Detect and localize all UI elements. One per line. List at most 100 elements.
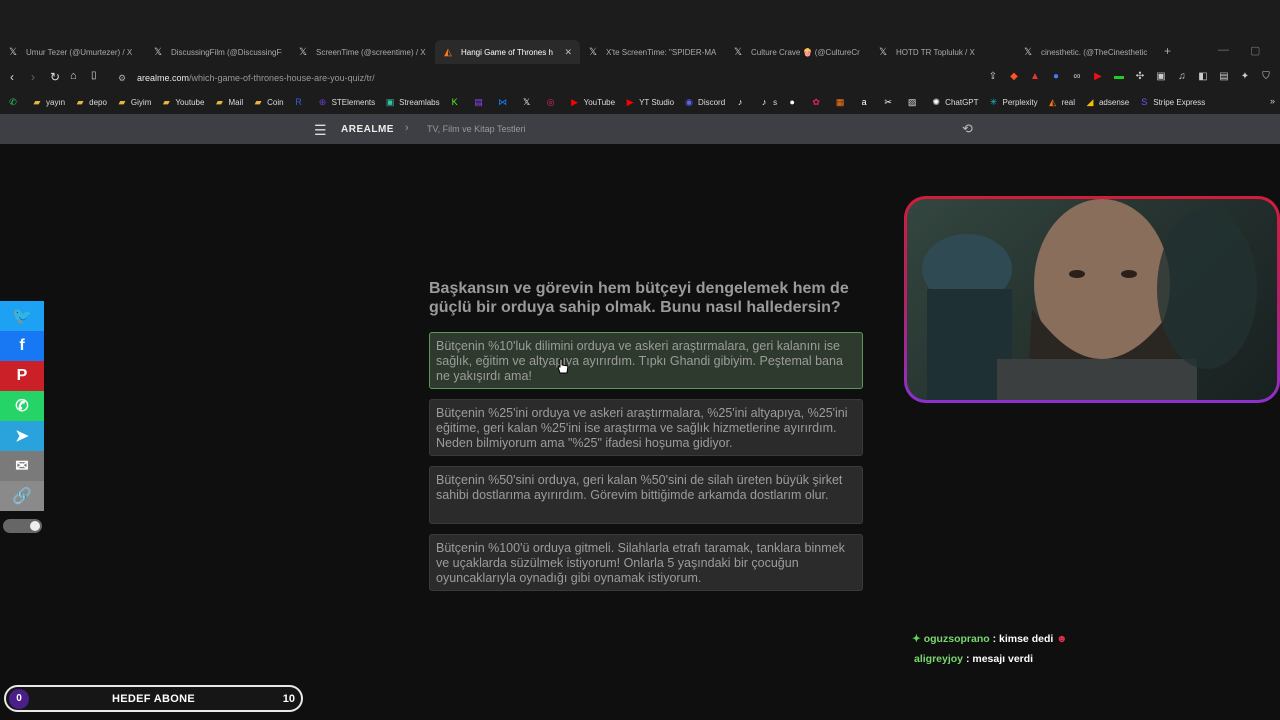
- toggle-knob: [30, 521, 40, 531]
- bookmark-item[interactable]: ◎: [546, 97, 560, 107]
- answer-option-1[interactable]: Bütçenin %10'luk dilimini orduya ve aske…: [429, 332, 863, 389]
- browser-tab[interactable]: ◭ Hangi Game of Thrones h ✕: [435, 40, 580, 64]
- bookmark-label: Mail: [228, 97, 244, 107]
- site-logo[interactable]: AREALME: [341, 124, 394, 135]
- bookmark-label: yayın: [46, 97, 66, 107]
- bookmark-item[interactable]: ▨: [907, 97, 921, 107]
- screenshot-icon[interactable]: ▣: [1155, 71, 1167, 83]
- browser-tab[interactable]: 𝕏 HOTD TR Topluluk / X: [870, 40, 1015, 64]
- brave-shield-icon[interactable]: ◆: [1008, 71, 1020, 83]
- browser-tab[interactable]: 𝕏 ScreenTime (@screentime) / X: [290, 40, 435, 64]
- music-icon[interactable]: ♫: [1176, 71, 1188, 83]
- menu-icon[interactable]: ☰: [314, 122, 327, 139]
- bookmark-item[interactable]: ♪ s: [759, 97, 777, 107]
- bookmark-item[interactable]: ◭ real: [1048, 97, 1075, 107]
- browser-tab[interactable]: 𝕏 Culture Crave 🍿 (@CultureCr: [725, 40, 870, 64]
- tiktok-icon: ♪: [761, 97, 767, 107]
- telegram-icon: ➤: [15, 428, 29, 445]
- answer-option-4[interactable]: Bütçenin %100'ü orduya gitmeli. Silahlar…: [429, 534, 863, 591]
- back-icon[interactable]: ‹: [10, 70, 14, 84]
- url-field[interactable]: arealme.com/which-game-of-thrones-house-…: [137, 73, 375, 83]
- pinterest-share-button[interactable]: P: [0, 361, 44, 391]
- browser-tab[interactable]: 𝕏 X'te ScreenTime: "SPIDER-MA: [580, 40, 725, 64]
- bookmark-item[interactable]: ⋈: [498, 97, 512, 107]
- reload-icon[interactable]: ↻: [50, 70, 60, 84]
- bookmark-item[interactable]: ✿: [811, 97, 825, 107]
- site-info-icon[interactable]: ⚙: [118, 73, 126, 84]
- new-tab-button[interactable]: +: [1164, 44, 1171, 58]
- bookmark-item[interactable]: ●: [787, 97, 801, 107]
- telegram-share-button[interactable]: ➤: [0, 421, 44, 451]
- puzzle-icon[interactable]: ✣: [1134, 71, 1146, 83]
- bookmark-item[interactable]: ▤: [474, 97, 488, 107]
- bookmark-item[interactable]: R: [294, 97, 308, 107]
- bookmark-item[interactable]: S Stripe Express: [1139, 97, 1205, 107]
- twitch-icon: ▤: [474, 97, 483, 107]
- bookmark-item[interactable]: ▰ yayın: [32, 97, 66, 107]
- facebook-share-button[interactable]: f: [0, 331, 44, 361]
- x-icon: 𝕏: [298, 46, 308, 58]
- brave-rewards-icon[interactable]: ▲: [1029, 71, 1041, 83]
- bookmark-item[interactable]: ▰ Mail: [214, 97, 243, 107]
- goal-target-count: 10: [282, 693, 295, 705]
- hand-cursor-icon: [557, 358, 569, 374]
- x-icon: 𝕏: [878, 46, 888, 58]
- bookmark-item[interactable]: ▶ YouTube: [570, 97, 615, 107]
- bookmark-item[interactable]: ✳ Perplexity: [989, 97, 1038, 107]
- bookmark-item[interactable]: ▰ depo: [75, 97, 107, 107]
- x-icon: 𝕏: [733, 46, 743, 58]
- answer-text: Bütçenin %10'luk dilimini orduya ve aske…: [436, 339, 843, 383]
- more-bookmarks-icon[interactable]: »: [1270, 96, 1275, 106]
- minimize-icon[interactable]: —: [1218, 44, 1229, 56]
- bookmark-item[interactable]: ▰ Coin: [253, 97, 284, 107]
- bookmark-item[interactable]: ◢ adsense: [1085, 97, 1130, 107]
- extension-glasses-icon[interactable]: ∞: [1071, 71, 1083, 83]
- twitter-share-button[interactable]: 🐦: [0, 301, 44, 331]
- browser-tab[interactable]: 𝕏cinesthetic. (@TheCinesthetic: [1015, 40, 1160, 64]
- bookmark-item[interactable]: ▰ Youtube: [161, 97, 205, 107]
- bookmark-icon[interactable]: ▯: [91, 70, 97, 81]
- bookmark-item[interactable]: ▰ Giyim: [117, 97, 151, 107]
- extension-red-icon[interactable]: ▶: [1092, 71, 1104, 83]
- whatsapp-icon: ✆: [9, 97, 17, 107]
- youtube-icon: ▶: [571, 97, 579, 107]
- orange-icon: ▦: [835, 97, 845, 107]
- history-icon[interactable]: ⟲: [962, 121, 973, 137]
- link-share-button[interactable]: 🔗: [0, 481, 44, 511]
- sidebar-icon[interactable]: ◧: [1197, 71, 1209, 83]
- breadcrumb[interactable]: TV, Film ve Kitap Testleri: [427, 124, 526, 134]
- tab-title: cinesthetic. (@TheCinesthetic: [1041, 47, 1148, 57]
- bookmark-item[interactable]: ▦: [835, 97, 849, 107]
- st-icon: ⊕: [318, 97, 327, 107]
- share-icon[interactable]: ⇪: [987, 71, 999, 83]
- bookmark-item[interactable]: ⊕ STElements: [318, 97, 375, 107]
- dark-mode-toggle[interactable]: [3, 519, 42, 533]
- whatsapp-share-button[interactable]: ✆: [0, 391, 44, 421]
- leo-icon[interactable]: ✦: [1239, 71, 1251, 83]
- forward-icon[interactable]: ›: [31, 70, 35, 84]
- answer-option-2[interactable]: Bütçenin %25'ini orduya ve askeri araştı…: [429, 399, 863, 456]
- browser-tab[interactable]: 𝕏 DiscussingFilm (@DiscussingFi: [145, 40, 290, 64]
- extension-green-icon[interactable]: ▬: [1113, 71, 1125, 83]
- bookmark-item[interactable]: ▣ Streamlabs: [385, 97, 440, 107]
- wallet-icon[interactable]: ▤: [1218, 71, 1230, 83]
- bookmark-item[interactable]: ✺ ChatGPT: [931, 97, 978, 107]
- circle-icon: ●: [789, 97, 795, 107]
- email-share-button[interactable]: ✉: [0, 451, 44, 481]
- bookmark-item[interactable]: ▶ YT Studio: [625, 97, 674, 107]
- maximize-icon[interactable]: ▢: [1250, 44, 1260, 57]
- bookmark-item[interactable]: ◉ Discord: [684, 97, 725, 107]
- home-icon[interactable]: ⌂: [70, 70, 77, 82]
- vpn-icon[interactable]: ⛉: [1260, 71, 1272, 83]
- bookmark-item[interactable]: 𝕏: [522, 97, 536, 107]
- extension-blue-icon[interactable]: ●: [1050, 71, 1062, 83]
- bookmark-item[interactable]: ♪: [735, 97, 749, 107]
- bookmark-item[interactable]: ✂: [883, 97, 897, 107]
- bookmark-item[interactable]: ✆: [8, 97, 22, 107]
- bookmark-item[interactable]: a: [859, 97, 873, 107]
- bookmark-item[interactable]: K: [450, 97, 464, 107]
- perplexity-icon: ✳: [989, 97, 998, 107]
- close-tab-icon[interactable]: ✕: [564, 47, 572, 58]
- answer-option-3[interactable]: Bütçenin %50'sini orduya, geri kalan %50…: [429, 466, 863, 524]
- browser-tab[interactable]: 𝕏 Umur Tezer (@Umurtezer) / X: [0, 40, 145, 64]
